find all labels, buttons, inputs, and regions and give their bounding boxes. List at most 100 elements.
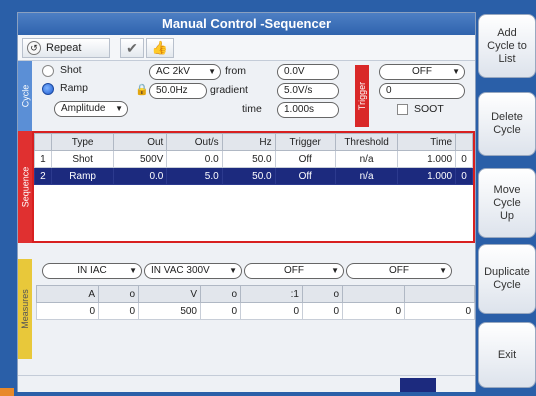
sequence-table: Type Out Out/s Hz Trigger Threshold Time… <box>34 133 473 185</box>
lock-icon: 🔒 <box>135 84 149 96</box>
row-number: 1 <box>34 150 52 168</box>
exit-button[interactable]: Exit <box>478 322 536 388</box>
chevron-down-icon: ▼ <box>439 266 447 275</box>
measure-select-3[interactable]: OFF ▼ <box>244 263 344 279</box>
col-header-ratio: :1 <box>240 285 303 303</box>
col-header <box>342 285 405 303</box>
col-header-v: V <box>138 285 201 303</box>
sequence-panel: Type Out Out/s Hz Trigger Threshold Time… <box>32 131 475 243</box>
sequence-tab[interactable]: Sequence <box>18 131 32 243</box>
trigger-tab[interactable]: Trigger <box>355 65 369 127</box>
like-button[interactable]: 👍 <box>146 38 174 58</box>
add-cycle-button[interactable]: Add Cycle to List <box>478 14 536 78</box>
measures-tab[interactable]: Measures <box>18 259 32 359</box>
soot-checkbox[interactable] <box>397 104 408 115</box>
cell-outs: 5.0 <box>166 167 223 185</box>
col-header-out: Out <box>113 133 168 151</box>
move-cycle-up-button[interactable]: Move Cycle Up <box>478 168 536 238</box>
col-header <box>34 133 52 151</box>
chevron-down-icon: ▼ <box>208 67 216 76</box>
table-row[interactable]: 1 Shot 500V 0.0 50.0 Off n/a 1.000 0 <box>34 150 473 168</box>
col-header-type: Type <box>50 133 115 151</box>
chevron-down-icon: ▼ <box>229 266 237 275</box>
delete-cycle-button[interactable]: Delete Cycle <box>478 92 536 156</box>
col-header-trigger: Trigger <box>274 133 336 151</box>
col-header-phase: o <box>200 285 241 303</box>
shot-radio[interactable] <box>42 65 54 77</box>
measure-value: 0 <box>404 302 475 320</box>
gradient-field[interactable]: 5.0V/s <box>277 83 339 99</box>
measure-value: 0 <box>302 302 343 320</box>
cycle-tab[interactable]: Cycle <box>18 61 32 131</box>
measure-select-2[interactable]: IN VAC 300V ▼ <box>144 263 242 279</box>
thumbs-up-icon: 👍 <box>151 40 169 55</box>
cell-outs: 0.0 <box>166 150 223 168</box>
trigger-value-field[interactable]: 0 <box>379 83 465 99</box>
param-select[interactable]: Amplitude ▼ <box>54 101 128 117</box>
range-select[interactable]: AC 2kV ▼ <box>149 64 221 80</box>
cell-type: Shot <box>50 150 115 168</box>
measure-value: 0 <box>342 302 405 320</box>
cell-time: 1.000 <box>397 150 457 168</box>
main-window: Manual Control -Sequencer ↺ Repeat ✔ 👍 C… <box>17 12 476 392</box>
checkmark-icon: ✔ <box>126 39 138 56</box>
col-header-phase: o <box>302 285 343 303</box>
cell-extra: 0 <box>455 150 473 168</box>
measures-table: A o V o :1 o 0 0 500 0 0 0 0 0 <box>36 285 475 320</box>
chevron-down-icon: ▼ <box>115 104 123 113</box>
corner-accent <box>0 388 14 396</box>
measures-header-row: A o V o :1 o <box>36 285 475 303</box>
table-row[interactable]: 2 Ramp 0.0 5.0 50.0 Off n/a 1.000 0 <box>34 167 473 185</box>
confirm-button[interactable]: ✔ <box>120 38 144 58</box>
measure-value: 0 <box>200 302 241 320</box>
time-field[interactable]: 1.000s <box>277 102 339 118</box>
sequence-header-row: Type Out Out/s Hz Trigger Threshold Time <box>34 133 473 151</box>
row-number: 2 <box>34 167 52 185</box>
cell-trigger: Off <box>274 167 336 185</box>
chevron-down-icon: ▼ <box>452 67 460 76</box>
col-header-phase: o <box>98 285 139 303</box>
measure-value: 500 <box>138 302 201 320</box>
col-header <box>404 285 475 303</box>
measures-panel: IN IAC ▼ IN VAC 300V ▼ OFF ▼ OFF ▼ A o V o :… <box>32 259 475 359</box>
col-header-a: A <box>36 285 99 303</box>
measure-select-4[interactable]: OFF ▼ <box>346 263 452 279</box>
repeat-button[interactable]: ↺ Repeat <box>22 38 110 58</box>
status-bar <box>18 375 475 392</box>
measure-value: 0 <box>240 302 303 320</box>
cell-extra: 0 <box>455 167 473 185</box>
cell-out: 0.0 <box>113 167 168 185</box>
time-label: time <box>242 103 262 115</box>
cell-trigger: Off <box>274 150 336 168</box>
toolbar: ↺ Repeat ✔ 👍 <box>18 35 475 61</box>
col-header-outs: Out/s <box>166 133 223 151</box>
cell-out: 500V <box>113 150 168 168</box>
cell-type: Ramp <box>50 167 115 185</box>
shot-label: Shot <box>60 64 82 76</box>
ramp-radio[interactable] <box>42 83 54 95</box>
measure-select-1[interactable]: IN IAC ▼ <box>42 263 142 279</box>
repeat-icon: ↺ <box>27 41 41 55</box>
frequency-field[interactable]: 50.0Hz <box>149 83 207 99</box>
cell-hz: 50.0 <box>221 167 276 185</box>
chevron-down-icon: ▼ <box>129 266 137 275</box>
ramp-label: Ramp <box>60 82 89 94</box>
col-header-time: Time <box>397 133 457 151</box>
cycle-panel: Shot Ramp 🔒 Amplitude ▼ AC 2kV ▼ 50.0Hz fr… <box>32 61 475 131</box>
from-field[interactable]: 0.0V <box>277 64 339 80</box>
gradient-label: gradient <box>210 84 248 96</box>
soot-label: SOOT <box>414 103 444 115</box>
status-indicator <box>400 378 436 392</box>
window-title: Manual Control -Sequencer <box>18 13 475 35</box>
duplicate-cycle-button[interactable]: Duplicate Cycle <box>478 244 536 314</box>
repeat-label: Repeat <box>46 42 82 54</box>
col-header <box>455 133 473 151</box>
cell-threshold: n/a <box>334 167 399 185</box>
chevron-down-icon: ▼ <box>331 266 339 275</box>
measure-value: 0 <box>98 302 139 320</box>
col-header-hz: Hz <box>221 133 276 151</box>
from-label: from <box>225 65 246 77</box>
cell-threshold: n/a <box>334 150 399 168</box>
trigger-select[interactable]: OFF ▼ <box>379 64 465 80</box>
cell-time: 1.000 <box>397 167 457 185</box>
